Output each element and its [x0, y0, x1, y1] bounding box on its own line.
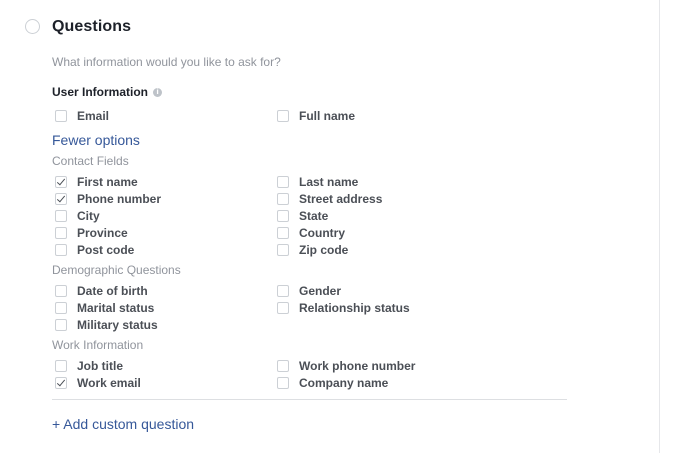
option-work-email[interactable]: Work email — [55, 376, 141, 390]
option-gender[interactable]: Gender — [277, 284, 341, 298]
checkbox[interactable] — [277, 110, 289, 122]
checkbox[interactable] — [55, 319, 67, 331]
checkbox-checked[interactable] — [55, 176, 67, 188]
option-street-address[interactable]: Street address — [277, 192, 382, 206]
option-full-name[interactable]: Full name — [277, 109, 355, 123]
checkbox[interactable] — [277, 227, 289, 239]
option-company-name[interactable]: Company name — [277, 376, 388, 390]
option-relationship-status[interactable]: Relationship status — [277, 301, 410, 315]
checkbox[interactable] — [55, 302, 67, 314]
option-label: Relationship status — [299, 301, 410, 315]
option-job-title[interactable]: Job title — [55, 359, 123, 373]
option-label: Phone number — [77, 192, 162, 206]
section-title: Questions — [52, 18, 132, 35]
checkbox[interactable] — [277, 193, 289, 205]
contact-fields-label: Contact Fields — [52, 154, 129, 168]
questions-panel: Questions What information would you lik… — [0, 0, 682, 453]
fewer-options-link[interactable]: Fewer options — [52, 132, 140, 148]
option-label: Marital status — [77, 301, 155, 315]
checkbox[interactable] — [55, 227, 67, 239]
user-information-label: User Information — [52, 85, 149, 99]
user-information-heading: User Information i — [52, 85, 163, 99]
option-label: Work phone number — [299, 359, 416, 373]
checkbox[interactable] — [277, 244, 289, 256]
option-label: Email — [77, 109, 110, 123]
section-subtitle: What information would you like to ask f… — [52, 55, 281, 69]
option-label: Gender — [299, 284, 342, 298]
checkbox[interactable] — [277, 176, 289, 188]
info-icon[interactable]: i — [153, 87, 163, 97]
option-label: Company name — [299, 376, 389, 390]
checkbox-checked[interactable] — [55, 377, 67, 389]
work-information-label: Work Information — [52, 338, 144, 352]
option-label: City — [77, 209, 100, 223]
option-work-phone-number[interactable]: Work phone number — [277, 359, 415, 373]
option-last-name[interactable]: Last name — [277, 175, 358, 189]
option-city[interactable]: City — [55, 209, 100, 223]
checkbox[interactable] — [55, 244, 67, 256]
option-label: State — [299, 209, 329, 223]
option-label: Job title — [77, 359, 124, 373]
option-email[interactable]: Email — [55, 109, 109, 123]
option-label: Date of birth — [77, 284, 148, 298]
checkbox[interactable] — [277, 302, 289, 314]
option-first-name[interactable]: First name — [55, 175, 138, 189]
option-label: Work email — [77, 376, 141, 390]
checkbox[interactable] — [55, 110, 67, 122]
option-phone-number[interactable]: Phone number — [55, 192, 161, 206]
option-marital-status[interactable]: Marital status — [55, 301, 154, 315]
checkbox[interactable] — [277, 210, 289, 222]
option-military-status[interactable]: Military status — [55, 318, 158, 332]
option-state[interactable]: State — [277, 209, 328, 223]
option-country[interactable]: Country — [277, 226, 345, 240]
checkbox[interactable] — [55, 360, 67, 372]
option-label: Post code — [77, 243, 135, 257]
option-province[interactable]: Province — [55, 226, 128, 240]
option-post-code[interactable]: Post code — [55, 243, 134, 257]
option-label: Province — [77, 226, 128, 240]
option-label: Military status — [77, 318, 158, 332]
checkbox[interactable] — [55, 285, 67, 297]
divider — [52, 399, 567, 400]
option-label: Country — [299, 226, 345, 240]
checkbox[interactable] — [277, 285, 289, 297]
checkbox[interactable] — [55, 210, 67, 222]
panel-right-border — [659, 0, 660, 453]
add-custom-question-link[interactable]: + Add custom question — [52, 416, 194, 432]
option-zip-code[interactable]: Zip code — [277, 243, 348, 257]
checkbox[interactable] — [277, 360, 289, 372]
option-label: Full name — [299, 109, 356, 123]
demographic-questions-label: Demographic Questions — [52, 263, 181, 277]
option-date-of-birth[interactable]: Date of birth — [55, 284, 148, 298]
checkbox[interactable] — [277, 377, 289, 389]
option-label: First name — [77, 175, 138, 189]
option-label: Last name — [299, 175, 359, 189]
option-label: Zip code — [299, 243, 349, 257]
checkbox-checked[interactable] — [55, 193, 67, 205]
option-label: Street address — [299, 192, 383, 206]
step-radio[interactable] — [25, 19, 40, 34]
